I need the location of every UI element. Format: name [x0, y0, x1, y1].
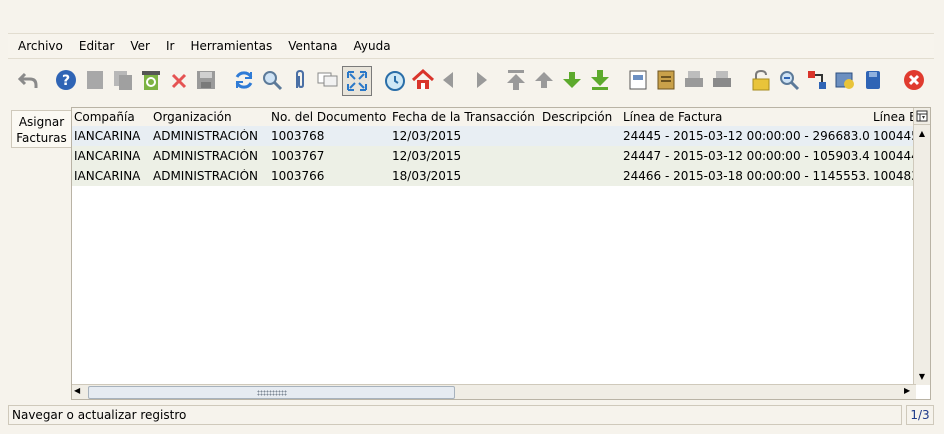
scroll-up-icon[interactable]: ▲ [914, 125, 930, 141]
cell-compania: IANCARINA [74, 149, 141, 163]
cell-organizacion: ADMINISTRACIÓN [153, 129, 258, 143]
lock-icon[interactable] [747, 66, 775, 94]
menu-ir[interactable]: Ir [158, 39, 182, 53]
cell-no-documento: 1003768 [271, 129, 325, 143]
column-header-linea-e[interactable]: Línea E [873, 110, 915, 124]
menu-herramientas[interactable]: Herramientas [182, 39, 280, 53]
status-bar: Navegar o actualizar registro [8, 405, 902, 425]
cell-linea-e: 100445 [873, 129, 915, 143]
cell-fecha: 12/03/2015 [392, 129, 462, 143]
scroll-left-icon[interactable]: ◀ [74, 386, 80, 395]
cell-fecha: 18/03/2015 [392, 169, 462, 183]
cell-linea-factura: 24466 - 2015-03-18 00:00:00 - 1145553.27… [623, 169, 869, 183]
cell-no-documento: 1003766 [271, 169, 325, 183]
save-icon[interactable] [192, 66, 220, 94]
horizontal-scroll-thumb[interactable] [88, 386, 455, 399]
record-count[interactable]: 1/3 [906, 405, 934, 425]
table-row[interactable]: IANCARINA ADMINISTRACIÓN 1003766 18/03/2… [72, 166, 916, 186]
table-row[interactable]: IANCARINA ADMINISTRACIÓN 1003768 12/03/2… [72, 126, 916, 146]
cell-linea-e: 100483 [873, 169, 915, 183]
vertical-scrollbar[interactable]: ▲ ▼ [913, 108, 930, 385]
cell-linea-factura: 24447 - 2015-03-12 00:00:00 - 105903.46_… [623, 149, 869, 163]
cell-organizacion: ADMINISTRACIÓN [153, 169, 258, 183]
column-header-no-documento[interactable]: No. del Documento [271, 110, 388, 124]
column-header-descripcion[interactable]: Descripción [542, 110, 619, 124]
product-info-icon[interactable] [831, 66, 859, 94]
first-record-icon[interactable] [502, 66, 530, 94]
column-header-fecha-transaccion[interactable]: Fecha de la Transacción [392, 110, 539, 124]
cell-linea-e: 100444 [873, 149, 915, 163]
cell-compania: IANCARINA [74, 169, 141, 183]
column-chooser-icon[interactable] [914, 108, 930, 125]
menu-archivo[interactable]: Archivo [8, 39, 71, 53]
records-grid: Compañía Organización No. del Documento … [71, 107, 931, 400]
home-icon[interactable] [409, 66, 437, 94]
cell-organizacion: ADMINISTRACIÓN [153, 149, 258, 163]
horizontal-scrollbar[interactable]: ◀ ▶ [72, 384, 916, 399]
cell-compania: IANCARINA [74, 129, 141, 143]
scroll-down-icon[interactable]: ▼ [914, 368, 930, 384]
next-record-icon[interactable] [558, 66, 586, 94]
grid-body: IANCARINA ADMINISTRACIÓN 1003768 12/03/2… [72, 126, 916, 386]
workflow-icon[interactable] [803, 66, 831, 94]
find-icon[interactable] [258, 66, 286, 94]
menu-ayuda[interactable]: Ayuda [346, 39, 399, 53]
column-header-linea-factura[interactable]: Línea de Factura [623, 110, 869, 124]
report-icon[interactable] [624, 66, 652, 94]
copy-record-icon[interactable] [109, 66, 137, 94]
attachment-icon[interactable] [286, 66, 314, 94]
save-as-icon[interactable] [859, 66, 887, 94]
undo-icon[interactable] [14, 66, 42, 94]
refresh-icon[interactable] [230, 66, 258, 94]
previous-page-icon[interactable] [437, 66, 465, 94]
previous-record-icon[interactable] [530, 66, 558, 94]
next-page-icon[interactable] [465, 66, 493, 94]
delete-icon[interactable] [165, 66, 193, 94]
toolbar: ? [12, 64, 938, 98]
menu-ventana[interactable]: Ventana [280, 39, 345, 53]
cell-fecha: 12/03/2015 [392, 149, 462, 163]
archive-icon[interactable] [652, 66, 680, 94]
help-icon[interactable]: ? [52, 66, 80, 94]
column-header-compania[interactable]: Compañía [74, 110, 150, 124]
menu-editar[interactable]: Editar [71, 39, 123, 53]
column-header-organizacion[interactable]: Organización [153, 110, 267, 124]
print-icon[interactable] [708, 66, 736, 94]
print-preview-icon[interactable] [680, 66, 708, 94]
tab-asignar-facturas[interactable]: Asignar Facturas [11, 110, 71, 148]
tab-label: Asignar Facturas [16, 115, 67, 145]
scroll-grip [257, 390, 287, 396]
menu-bar: Archivo Editar Ver Ir Herramientas Venta… [8, 33, 934, 59]
record-count-label: 1/3 [910, 408, 930, 422]
exit-icon[interactable] [900, 66, 928, 94]
table-row[interactable]: IANCARINA ADMINISTRACIÓN 1003767 12/03/2… [72, 146, 916, 166]
cell-linea-factura: 24445 - 2015-03-12 00:00:00 - 296683.09_… [623, 129, 869, 143]
cell-no-documento: 1003767 [271, 149, 325, 163]
zoom-across-icon[interactable] [775, 66, 803, 94]
new-record-icon[interactable] [81, 66, 109, 94]
status-message: Navegar o actualizar registro [12, 408, 187, 422]
recycle-icon[interactable] [137, 66, 165, 94]
svg-text:?: ? [62, 73, 70, 89]
history-icon[interactable] [381, 66, 409, 94]
grid-header: Compañía Organización No. del Documento … [72, 108, 916, 127]
scroll-right-icon[interactable]: ▶ [904, 386, 910, 395]
grid-toggle-icon[interactable] [342, 66, 372, 96]
menu-ver[interactable]: Ver [122, 39, 158, 53]
chat-icon[interactable] [314, 66, 342, 94]
last-record-icon[interactable] [586, 66, 614, 94]
